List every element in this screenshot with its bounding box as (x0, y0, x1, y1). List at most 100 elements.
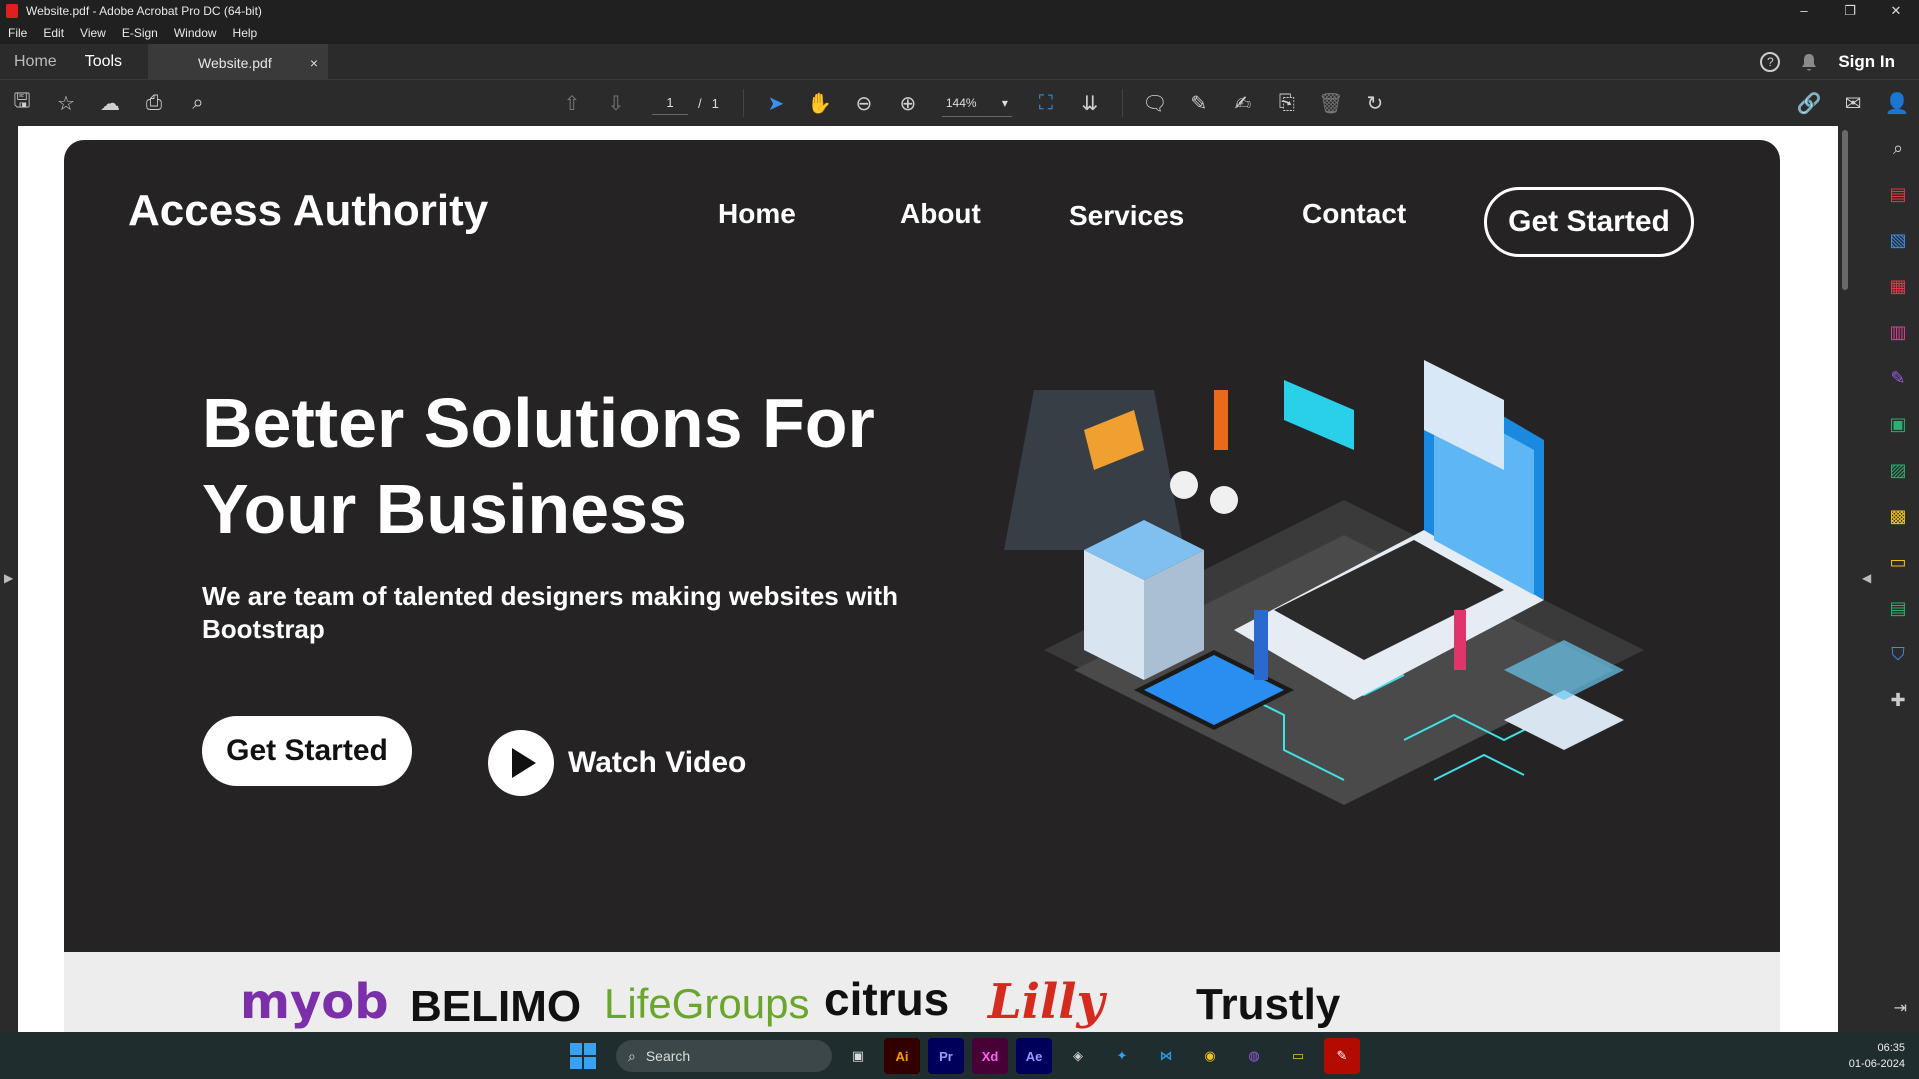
zoom-in-icon[interactable]: ⊕ (886, 80, 930, 126)
create-pdf-icon[interactable]: ▥ (1887, 320, 1909, 344)
document-viewport[interactable]: Access Authority Home About Services Con… (18, 126, 1838, 1032)
taskbar-search[interactable]: ⌕ Search (616, 1040, 832, 1072)
zoom-out-icon[interactable]: ⊖ (842, 80, 886, 126)
isometric-illustration (1004, 360, 1644, 805)
next-page-icon[interactable]: ⇩ (594, 80, 638, 126)
clock-date: 01-06-2024 (1848, 1058, 1905, 1070)
tab-tools[interactable]: Tools (71, 53, 136, 71)
scrollbar-thumb[interactable] (1842, 130, 1848, 290)
nav-services[interactable]: Services (1069, 200, 1184, 232)
expand-left-panel-icon[interactable]: ▶ (4, 571, 13, 585)
search-zoom-icon[interactable]: ⌕ (176, 80, 220, 126)
nav-contact[interactable]: Contact (1302, 198, 1406, 230)
help-icon[interactable]: ? (1760, 52, 1781, 72)
system-clock[interactable]: 06:35 01-06-2024 (1849, 1040, 1905, 1072)
tab-home[interactable]: Home (0, 53, 71, 71)
upload-cloud-icon[interactable]: ☁ (88, 80, 132, 126)
person-figure (1454, 610, 1466, 670)
menu-bar: File Edit View E-Sign Window Help (0, 22, 1919, 44)
search-icon[interactable]: ⌕ (1887, 136, 1909, 160)
save-icon[interactable]: 🖫 (0, 80, 44, 126)
edit-pdf-icon[interactable]: ▧ (1887, 228, 1909, 252)
scan-ocr-icon[interactable]: ▤ (1887, 596, 1909, 620)
protect-shield-icon[interactable]: ⛉ (1887, 642, 1909, 666)
stamp-icon[interactable]: ⎘ (1265, 80, 1309, 126)
email-icon[interactable]: ✉ (1831, 80, 1875, 126)
organize-pages-icon[interactable]: ▦ (1887, 274, 1909, 298)
expand-panel-icon[interactable]: ⇥ (1894, 998, 1907, 1018)
headline-line-1: Better Solutions For (202, 384, 875, 462)
menu-esign[interactable]: E-Sign (114, 26, 166, 40)
previous-page-icon[interactable]: ⇧ (550, 80, 594, 126)
menu-file[interactable]: File (0, 26, 35, 40)
zoom-select[interactable]: 144% ▾ (941, 89, 1012, 117)
nav-about[interactable]: About (900, 198, 981, 230)
acrobat-icon (6, 4, 18, 18)
file-explorer-icon[interactable]: ▭ (1280, 1038, 1316, 1074)
after-effects-icon[interactable]: Ae (1016, 1038, 1052, 1074)
store-icon[interactable]: ✦ (1104, 1038, 1140, 1074)
select-cursor-icon[interactable]: ➤ (754, 80, 798, 126)
vertical-scrollbar[interactable] (1838, 126, 1852, 1032)
add-user-icon[interactable]: 👤 (1875, 80, 1919, 126)
person-figure (1214, 390, 1228, 450)
hand-tool-icon[interactable]: ✋ (798, 80, 842, 126)
highlight-pen-icon[interactable]: ✎ (1177, 80, 1221, 126)
scroll-mode-icon[interactable]: ⇊ (1068, 80, 1112, 126)
window-title: Website.pdf - Adobe Acrobat Pro DC (64-b… (26, 4, 262, 18)
close-window-button[interactable]: ✕ (1873, 0, 1919, 22)
minimize-button[interactable]: – (1781, 0, 1827, 22)
watch-video-link[interactable]: Watch Video (568, 746, 746, 780)
menu-edit[interactable]: Edit (35, 26, 72, 40)
comment-icon[interactable]: 🗨 (1133, 80, 1177, 126)
menu-help[interactable]: Help (225, 26, 266, 40)
vscode-icon[interactable]: ⋈ (1148, 1038, 1184, 1074)
delete-icon[interactable]: 🗑 (1309, 80, 1353, 126)
restore-button[interactable]: ❐ (1827, 0, 1873, 22)
share-link-icon[interactable]: 🔗 (1787, 80, 1831, 126)
fill-sign-icon[interactable]: ✎ (1887, 366, 1909, 390)
data-disk (1170, 471, 1198, 499)
illustrator-icon[interactable]: Ai (884, 1038, 920, 1074)
more-tools-icon[interactable]: ✚ (1887, 688, 1909, 712)
compress-pdf-icon[interactable]: ▨ (1887, 458, 1909, 482)
print-icon[interactable]: ⎙ (132, 80, 176, 126)
premiere-icon[interactable]: Pr (928, 1038, 964, 1074)
comment-tool-icon[interactable]: ▭ (1887, 550, 1909, 574)
toolbar-divider (742, 89, 744, 117)
page-number-input[interactable]: 1 (652, 91, 688, 115)
nav-get-started-button[interactable]: Get Started (1484, 187, 1694, 257)
right-tools-panel: ◀ ⌕ ▤ ▧ ▦ ▥ ✎ ▣ ▨ ▩ ▭ ▤ ⛉ ✚ ⇥ (1852, 126, 1919, 1032)
toolbar-divider (1121, 89, 1123, 117)
collapse-right-panel-icon[interactable]: ◀ (1862, 571, 1871, 585)
task-view-icon[interactable]: ▣ (840, 1038, 876, 1074)
chrome-icon[interactable]: ◉ (1192, 1038, 1228, 1074)
windows-start-icon[interactable] (570, 1043, 596, 1069)
logo-lifegroups: LifeGroups (604, 980, 810, 1027)
draw-icon[interactable]: ✍ (1221, 80, 1265, 126)
sign-in-button[interactable]: Sign In (1838, 52, 1895, 72)
bookmark-star-icon[interactable]: ☆ (44, 80, 88, 126)
fit-page-icon[interactable]: ⛶ (1024, 80, 1068, 126)
nav-home[interactable]: Home (718, 198, 796, 230)
get-started-button[interactable]: Get Started (202, 716, 412, 786)
logo-trustly: Trustly (1196, 980, 1341, 1029)
app-icon[interactable]: ◈ (1060, 1038, 1096, 1074)
acrobat-taskbar-icon[interactable]: ✎ (1324, 1038, 1360, 1074)
close-tab-icon[interactable]: × (310, 55, 318, 71)
xd-icon[interactable]: Xd (972, 1038, 1008, 1074)
tab-document[interactable]: Website.pdf × (148, 43, 329, 80)
logo-citrus: citrus (824, 973, 950, 1025)
browser-icon[interactable]: ◍ (1236, 1038, 1272, 1074)
left-panel-collapsed[interactable]: ▶ (0, 126, 18, 1032)
brand-logo[interactable]: Access Authority (128, 186, 488, 236)
export-pdf-icon[interactable]: ▤ (1887, 182, 1909, 206)
menu-window[interactable]: Window (166, 26, 225, 40)
bell-icon[interactable] (1800, 52, 1818, 72)
combine-files-icon[interactable]: ▩ (1887, 504, 1909, 528)
menu-view[interactable]: View (72, 26, 114, 40)
play-icon[interactable] (488, 730, 554, 796)
rotate-icon[interactable]: ↻ (1353, 80, 1397, 126)
tab-bar: Home Tools Website.pdf × ? Sign In (0, 43, 1919, 80)
send-for-signature-icon[interactable]: ▣ (1887, 412, 1909, 436)
